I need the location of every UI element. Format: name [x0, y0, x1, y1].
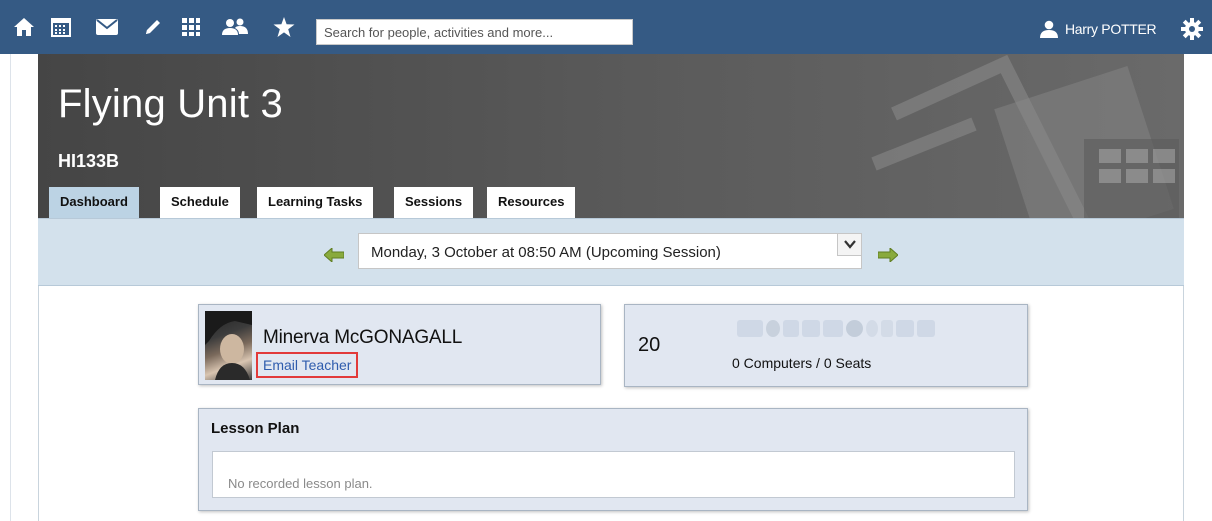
gear-icon[interactable] [1181, 18, 1203, 40]
teacher-card: Minerva McGONAGALL Email Teacher [198, 304, 601, 385]
lesson-plan-box: No recorded lesson plan. [212, 451, 1015, 498]
whiteboard-icon [823, 320, 843, 337]
email-teacher-link[interactable]: Email Teacher [256, 352, 359, 378]
disc-icon [846, 320, 863, 337]
water-icon [866, 320, 878, 337]
session-selected-value: Monday, 3 October at 08:50 AM (Upcoming … [371, 244, 721, 261]
tab-dashboard[interactable]: Dashboard [49, 187, 139, 218]
previous-session-arrow-icon[interactable] [323, 246, 345, 267]
socket-icon [896, 320, 914, 337]
lesson-plan-card: Lesson Plan No recorded lesson plan. [198, 408, 1028, 511]
user-menu[interactable]: Harry POTTER [1040, 20, 1157, 38]
tab-learning-tasks[interactable]: Learning Tasks [257, 187, 374, 218]
top-navigation-bar: Harry POTTER [0, 0, 1212, 54]
search-input[interactable] [316, 19, 633, 45]
lesson-plan-title: Lesson Plan [211, 420, 300, 437]
session-select[interactable]: Monday, 3 October at 08:50 AM (Upcoming … [358, 233, 862, 269]
tab-schedule[interactable]: Schedule [160, 187, 240, 218]
pencil-icon[interactable] [141, 15, 165, 39]
page-left-rule [10, 54, 11, 521]
room-card: 20 0 Computers / 0 Seats [624, 304, 1028, 387]
room-capacity: 0 Computers / 0 Seats [732, 355, 872, 371]
user-icon [1040, 20, 1058, 38]
session-bar: Monday, 3 October at 08:50 AM (Upcoming … [38, 218, 1184, 286]
banner-decoration [871, 54, 1179, 218]
apps-grid-icon[interactable] [179, 15, 203, 39]
tap-icon [881, 320, 893, 337]
room-equipment-icons [737, 320, 935, 337]
chevron-down-icon[interactable] [837, 234, 861, 256]
next-session-arrow-icon[interactable] [877, 246, 899, 267]
lesson-plan-empty-text: No recorded lesson plan. [228, 476, 373, 491]
tab-resources[interactable]: Resources [487, 187, 576, 218]
teacher-name: Minerva McGONAGALL [263, 327, 463, 348]
mail-icon[interactable] [95, 15, 119, 39]
marker-icon [802, 320, 820, 337]
speaker-icon [783, 320, 799, 337]
tab-sessions[interactable]: Sessions [394, 187, 474, 218]
user-name: Harry POTTER [1065, 21, 1157, 37]
lightbulb-icon [766, 320, 780, 337]
people-icon[interactable] [220, 15, 250, 39]
unit-title: Flying Unit 3 [58, 82, 283, 126]
calendar-icon[interactable] [49, 15, 73, 39]
teacher-avatar [205, 311, 252, 380]
power-socket-icon [917, 320, 935, 337]
unit-code: HI133B [58, 151, 120, 171]
home-icon[interactable] [12, 15, 36, 39]
star-icon[interactable] [272, 15, 296, 39]
room-number: 20 [638, 334, 661, 356]
projector-icon [737, 320, 763, 337]
